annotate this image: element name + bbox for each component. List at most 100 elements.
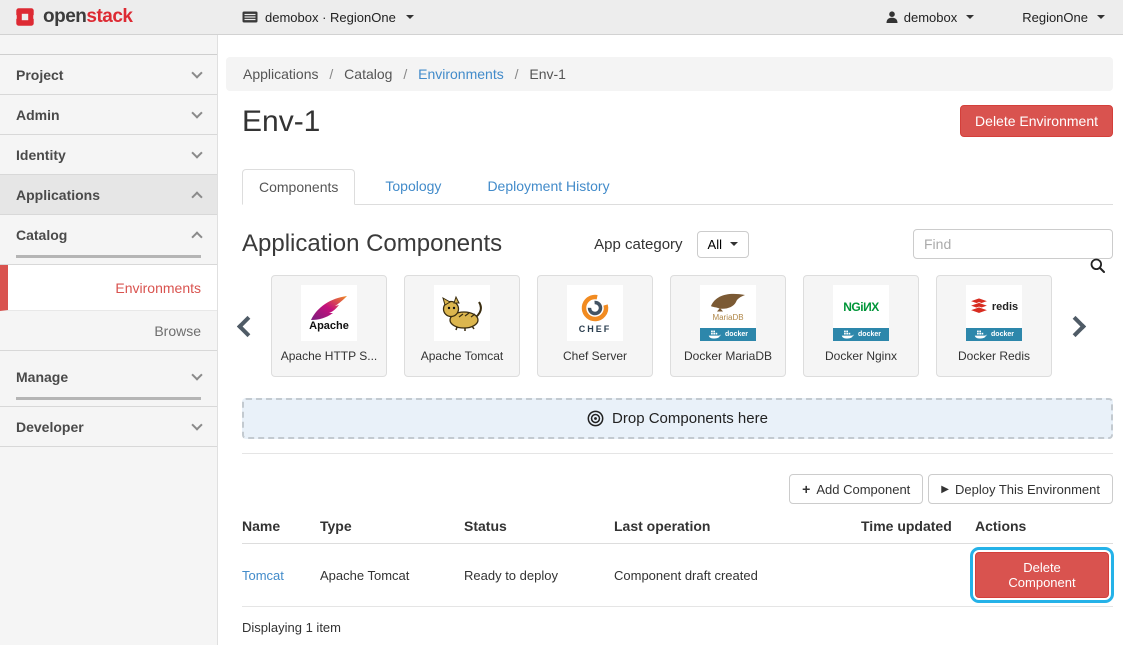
- apache-logo-icon: Apache: [301, 285, 357, 341]
- component-status: Ready to deploy: [464, 544, 614, 607]
- user-menu[interactable]: demobox: [886, 10, 974, 25]
- component-card-docker-redis[interactable]: redis docker: [936, 275, 1052, 377]
- region-menu[interactable]: RegionOne: [1022, 10, 1105, 25]
- sidebar-item-label: Project: [16, 67, 63, 83]
- breadcrumb-current: Env-1: [529, 66, 566, 82]
- user-icon: [886, 11, 898, 23]
- table-footer-count: Displaying 1 item: [242, 607, 1113, 635]
- component-time-updated: [861, 544, 975, 607]
- breadcrumb-catalog: Catalog: [344, 66, 392, 82]
- deploy-environment-button[interactable]: ▶ Deploy This Environment: [928, 474, 1113, 504]
- column-header-type: Type: [320, 512, 464, 544]
- chevron-down-icon: [191, 147, 202, 158]
- sidebar-item-identity[interactable]: Identity: [0, 135, 217, 175]
- sidebar-item-label: Environments: [115, 280, 201, 296]
- brand-text: openstack: [43, 6, 133, 28]
- sidebar-item-label: Browse: [154, 323, 201, 339]
- tab-topology[interactable]: Topology: [369, 169, 457, 204]
- sidebar-item-label: Applications: [16, 187, 100, 203]
- chevron-down-icon: [191, 67, 202, 78]
- user-name: demobox: [904, 10, 957, 25]
- sidebar-item-label: Catalog: [16, 227, 67, 243]
- add-component-button[interactable]: + Add Component: [789, 474, 923, 504]
- column-header-actions: Actions: [975, 512, 1113, 544]
- component-name-link[interactable]: Tomcat: [242, 544, 320, 607]
- caret-down-icon: [966, 15, 974, 19]
- section-underline: [16, 255, 201, 258]
- docker-banner: docker: [700, 328, 756, 341]
- component-label: Apache Tomcat: [421, 349, 504, 363]
- sidebar-item-manage[interactable]: Manage: [0, 351, 217, 407]
- sidebar: Project Admin Identity Applications Cata…: [0, 35, 218, 645]
- openstack-cube-icon: [14, 6, 36, 28]
- components-carousel: Apache Apache HTTP S...: [226, 275, 1113, 377]
- app-category-label: App category: [594, 236, 682, 253]
- plus-icon: +: [802, 481, 810, 497]
- top-bar: openstack demobox · RegionOne demobox Re…: [0, 0, 1123, 35]
- breadcrumb: Applications / Catalog / Environments / …: [226, 57, 1113, 91]
- component-label: Apache HTTP S...: [281, 349, 378, 363]
- component-label: Docker Nginx: [825, 349, 897, 363]
- component-card-apache-http[interactable]: Apache Apache HTTP S...: [271, 275, 387, 377]
- search-icon[interactable]: [1090, 258, 1105, 276]
- mariadb-logo-icon: MariaDB docker: [700, 285, 756, 341]
- target-icon: [587, 410, 604, 427]
- chevron-up-icon: [191, 191, 202, 202]
- delete-component-button[interactable]: Delete Component: [975, 552, 1109, 598]
- column-header-last-operation: Last operation: [614, 512, 861, 544]
- table-row: Tomcat Apache Tomcat Ready to deploy Com…: [242, 544, 1113, 607]
- carousel-prev-button[interactable]: [237, 315, 258, 336]
- sidebar-top-strip: [0, 35, 217, 55]
- component-last-operation: Component draft created: [614, 544, 861, 607]
- play-icon: ▶: [941, 484, 949, 495]
- tomcat-logo-icon: [434, 285, 490, 341]
- chevron-down-icon: [191, 419, 202, 430]
- chevron-down-icon: [191, 369, 202, 380]
- section-underline: [16, 397, 201, 400]
- find-input[interactable]: [913, 229, 1113, 259]
- sidebar-item-environments[interactable]: Environments: [0, 265, 217, 311]
- chef-logo-icon: CHEF: [567, 285, 623, 341]
- component-card-chef-server[interactable]: CHEF Chef Server: [537, 275, 653, 377]
- breadcrumb-separator: /: [329, 66, 333, 82]
- tab-bar: Components Topology Deployment History: [242, 169, 1113, 205]
- sidebar-item-label: Admin: [16, 107, 60, 123]
- app-category-dropdown[interactable]: All: [697, 231, 749, 258]
- sidebar-item-catalog[interactable]: Catalog: [0, 215, 217, 265]
- breadcrumb-environments-link[interactable]: Environments: [418, 66, 504, 82]
- component-card-docker-nginx[interactable]: NGiИX docker Docker Nginx: [803, 275, 919, 377]
- drop-zone-label: Drop Components here: [612, 410, 768, 427]
- breadcrumb-applications: Applications: [243, 66, 319, 82]
- region-name: RegionOne: [1022, 10, 1088, 25]
- sidebar-item-browse[interactable]: Browse: [0, 311, 217, 351]
- drop-components-zone[interactable]: Drop Components here: [242, 398, 1113, 439]
- project-context-switcher[interactable]: demobox · RegionOne: [242, 10, 414, 25]
- sidebar-item-project[interactable]: Project: [0, 55, 217, 95]
- app-category-value: All: [708, 237, 722, 252]
- breadcrumb-separator: /: [403, 66, 407, 82]
- redis-logo-icon: redis docker: [966, 285, 1022, 341]
- component-label: Docker MariaDB: [684, 349, 772, 363]
- divider: [242, 453, 1113, 454]
- components-table: Name Type Status Last operation Time upd…: [242, 512, 1113, 607]
- main-content: Applications / Catalog / Environments / …: [218, 35, 1123, 645]
- sidebar-item-admin[interactable]: Admin: [0, 95, 217, 135]
- tab-components[interactable]: Components: [242, 169, 355, 205]
- sidebar-item-developer[interactable]: Developer: [0, 407, 217, 447]
- carousel-next-button[interactable]: [1065, 315, 1086, 336]
- caret-down-icon: [1097, 15, 1105, 19]
- caret-down-icon: [406, 15, 414, 19]
- delete-environment-button[interactable]: Delete Environment: [960, 105, 1113, 137]
- sidebar-item-label: Developer: [16, 419, 84, 435]
- component-card-docker-mariadb[interactable]: MariaDB docker Docker MariaD: [670, 275, 786, 377]
- page-title: Env-1: [242, 105, 320, 139]
- tab-deployment-history[interactable]: Deployment History: [471, 169, 625, 204]
- context-label: demobox · RegionOne: [265, 10, 396, 25]
- component-type: Apache Tomcat: [320, 544, 464, 607]
- column-header-time-updated: Time updated: [861, 512, 975, 544]
- list-icon: [242, 11, 258, 23]
- sidebar-item-label: Manage: [16, 369, 68, 385]
- component-card-apache-tomcat[interactable]: Apache Tomcat: [404, 275, 520, 377]
- sidebar-item-applications[interactable]: Applications: [0, 175, 217, 215]
- openstack-logo[interactable]: openstack: [14, 6, 210, 28]
